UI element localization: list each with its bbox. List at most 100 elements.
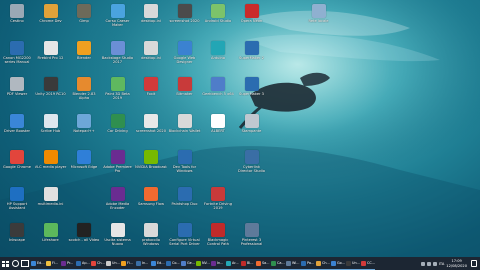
desktop-icon[interactable]: Arduino (202, 38, 234, 70)
desktop-icon[interactable]: protocollo Windows (135, 220, 167, 252)
desktop-icon-label: Geekbench 5 x64 (202, 92, 234, 96)
desktop-icon-label: NVIDIA Broadcast (135, 165, 167, 169)
desktop-icon[interactable]: scotch - all Video (68, 220, 100, 252)
taskbar-app-button[interactable]: Un... (105, 257, 120, 270)
taskbar-app-button[interactable]: Wi... (285, 257, 300, 270)
taskbar-app-button[interactable]: CC... (360, 257, 375, 270)
taskbar-app-button[interactable]: Ch... (315, 257, 330, 270)
start-button[interactable] (0, 257, 10, 270)
desktop-icon[interactable]: screenshot 2020 (169, 1, 201, 33)
desktop-icon[interactable]: ALBERT (202, 111, 234, 143)
desktop-icon[interactable]: Cestino (1, 1, 33, 33)
desktop-icon[interactable]: Geekbench 5 x64 (202, 74, 234, 106)
taskbar-app-button[interactable]: Ap... (75, 257, 90, 270)
clock[interactable]: 17:09 12/08/2020 (446, 259, 467, 267)
desktop-icon[interactable]: Opera Neon (236, 1, 268, 33)
taskbar-app-button[interactable]: Ca... (270, 257, 285, 270)
desktop-icon[interactable]: HP Support Assistant (1, 184, 33, 216)
desktop-icon[interactable]: Blockchain Wallet (169, 111, 201, 143)
desktop-icon[interactable]: Canon MG2200 series Manual (1, 38, 33, 70)
desktop-icon[interactable]: Configure Virtual Serial Port Driver (169, 220, 201, 252)
taskbar-app-button[interactable]: Pr... (60, 257, 75, 270)
desktop-icon[interactable]: Google Chrome (1, 147, 33, 179)
desktop-icon[interactable]: Lifeshare (35, 220, 67, 252)
taskbar-app-button[interactable]: In... (210, 257, 225, 270)
desktop-icon[interactable]: Car Driving (102, 111, 134, 143)
taskbar-app-button[interactable]: Fi... (45, 257, 60, 270)
taskbar-app-button[interactable]: Ge... (180, 257, 195, 270)
desktop-icon-grid: Cestino Chrome Dev Gimp Corso Caeser Maker d… (0, 0, 480, 257)
desktop-icon[interactable]: Samsung Flow (135, 184, 167, 216)
taskbar-app-button[interactable]: Co... (165, 257, 180, 270)
taskbar-app-button[interactable]: Ed... (30, 257, 45, 270)
desktop-icon[interactable]: Driver Booster (1, 111, 33, 143)
desktop-icon[interactable]: Paint 3D Beta 2019 (102, 74, 134, 106)
desktop-icon[interactable]: Bitmaker (169, 74, 201, 106)
network-icon[interactable] (426, 261, 431, 266)
taskbar-app-label: In... (217, 261, 224, 265)
desktop-icon[interactable]: screenshot 2020 (135, 111, 167, 143)
desktop-icon[interactable]: VLC media player (35, 147, 67, 179)
app-icon (10, 40, 24, 55)
taskbar-app-label: Ge... (187, 261, 195, 265)
desktop-icon[interactable]: SuperMaker 3 (236, 74, 268, 106)
task-view-button[interactable] (20, 257, 30, 270)
taskbar-app-button[interactable]: NV... (195, 257, 210, 270)
desktop-icon[interactable]: Adobe Media Encoder (102, 184, 134, 216)
desktop-icon[interactable]: Android Studio (202, 1, 234, 33)
desktop-icon-label: Canon MG2200 series Manual (3, 55, 31, 64)
desktop-icon[interactable]: Notepad++ (68, 111, 100, 143)
language-indicator[interactable]: ITA (439, 262, 444, 266)
desktop-icon[interactable]: Blender 2.83 Alpha (68, 74, 100, 106)
desktop-icon[interactable]: Paintshop Duo (169, 184, 201, 216)
desktop-icon[interactable]: Unity 2019 RC10 (35, 74, 67, 106)
desktop-icon[interactable]: Dev Tools for Windows (169, 147, 201, 179)
desktop-icon[interactable]: Pinterest 3 Professional (236, 220, 268, 252)
desktop-icon[interactable]: Chrome Dev (35, 1, 67, 33)
desktop-icon[interactable]: Corso Caeser Maker (102, 1, 134, 33)
app-icon (10, 113, 24, 128)
taskbar-app-button[interactable]: Fi... (120, 257, 135, 270)
desktop-icon[interactable]: Fortnite Driving 2019 (202, 184, 234, 216)
desktop-icon[interactable]: Stampante (236, 111, 268, 143)
desktop-icon[interactable]: PDF Viewer (1, 74, 33, 106)
taskbar-app-button[interactable]: Ar... (225, 257, 240, 270)
taskbar-app-label: Co... (172, 261, 180, 265)
desktop-icon[interactable]: SuperMaker 2 (236, 38, 268, 70)
taskbar-app-button[interactable]: Pa... (300, 257, 315, 270)
desktop-icon[interactable]: Inkscape (1, 220, 33, 252)
taskbar-app-button[interactable]: Ed... (150, 257, 165, 270)
app-icon (110, 113, 125, 128)
desktop-icon[interactable]: Scribe Hub (35, 111, 67, 143)
taskbar-app-button[interactable]: Ch... (90, 257, 105, 270)
desktop-icon[interactable]: Blackmagic Control Path (202, 220, 234, 252)
notifications-icon[interactable] (471, 260, 477, 267)
desktop-icon[interactable]: Firebird Pro 12 (35, 38, 67, 70)
desktop-icon[interactable]: Uscita sistema Nuovo (102, 220, 134, 252)
desktop-icon-label: Firebird Pro 12 (37, 55, 64, 60)
tray-chevron-icon[interactable] (420, 261, 425, 266)
taskbar-app-button[interactable]: Sa... (255, 257, 270, 270)
taskbar-app-button[interactable]: Un... (345, 257, 360, 270)
desktop-icon[interactable]: NVIDIA Broadcast (135, 147, 167, 179)
desktop-icon[interactable]: desktop.ini (135, 38, 167, 70)
app-icon (77, 77, 91, 91)
desktop-icon[interactable]: Adobe Premiere Pro (102, 147, 134, 179)
desktop-icon[interactable]: Google Web Designer (169, 38, 201, 70)
desktop-icon[interactable]: desktop.ini (135, 1, 167, 33)
desktop-icon[interactable]: Rete locale (303, 1, 335, 33)
app-icon (244, 4, 259, 18)
taskbar-app-button[interactable]: In... (135, 257, 150, 270)
desktop-icon[interactable]: Gimp (68, 1, 100, 33)
taskbar-app-button[interactable]: Bl... (240, 257, 255, 270)
search-button[interactable] (10, 257, 20, 270)
desktop-icon[interactable]: Blender (68, 38, 100, 70)
desktop-icon[interactable]: Cyberlink Director Studio (236, 147, 268, 179)
taskbar-app-icon (301, 260, 306, 266)
desktop-icon[interactable]: Microsoft Edge (68, 147, 100, 179)
desktop-icon[interactable]: Foxit (135, 74, 167, 106)
desktop-icon[interactable]: multimedia.ini (35, 184, 67, 216)
volume-icon[interactable] (432, 261, 437, 266)
taskbar-app-button[interactable]: Go... (330, 257, 345, 270)
desktop-icon[interactable]: Backstage Studio 2017 (102, 38, 134, 70)
